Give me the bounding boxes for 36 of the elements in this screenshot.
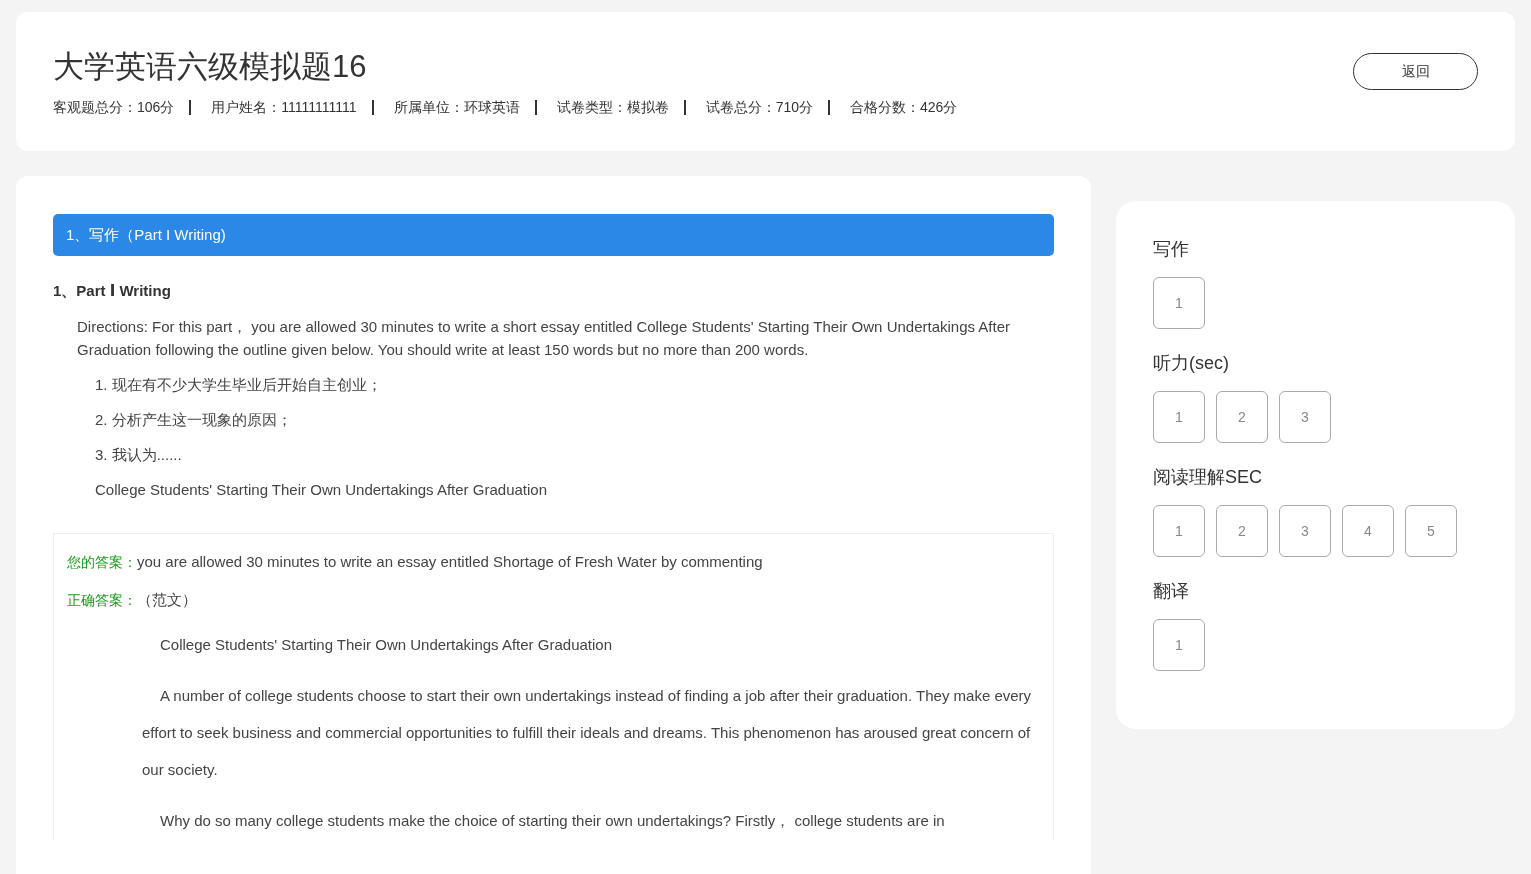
question-number-button[interactable]: 3 <box>1279 391 1331 443</box>
back-button[interactable]: 返回 <box>1353 53 1478 90</box>
your-answer-label: 您的答案： <box>67 553 137 572</box>
question-number-button[interactable]: 2 <box>1216 391 1268 443</box>
info-item: 试卷总分：710分 <box>683 100 828 115</box>
info-item: 客观题总分：106分 <box>53 100 176 115</box>
essay-paragraph: Why do so many college students make the choice of starting their own undertakings? Firstly， college students are in <box>159 811 946 831</box>
your-answer-text: you are allowed 30 minutes to write an essay entitled Shortage of Fresh Water by commenting <box>137 552 763 572</box>
info-item: 所属单位：环球英语 <box>371 100 535 115</box>
correct-answer-label: 正确答案： <box>67 591 137 610</box>
outline-item: 2. 分析产生这一现象的原因； <box>95 410 293 430</box>
outline-item: 1. 现在有不少大学生毕业后开始自主创业； <box>95 375 383 395</box>
question-number-button[interactable]: 1 <box>1153 619 1205 671</box>
question-number-button[interactable]: 1 <box>1153 391 1205 443</box>
question-number-button[interactable]: 1 <box>1153 277 1205 329</box>
question-number-button[interactable]: 1 <box>1153 505 1205 557</box>
exam-title: 大学英语六级模拟题16 <box>53 48 368 86</box>
question-number-button[interactable]: 2 <box>1216 505 1268 557</box>
correct-answer-text: （范文） <box>137 590 197 610</box>
info-item: 用户姓名：11111111111 <box>189 100 372 115</box>
info-item: 试卷类型：模拟卷 <box>534 100 684 115</box>
section-title: 翻译 <box>1153 580 1190 603</box>
question-number-button[interactable]: 5 <box>1405 505 1457 557</box>
outline-item: 3. 我认为...... <box>95 445 183 465</box>
outline-item: College Students' Starting Their Own Undertakings After Graduation <box>95 480 548 500</box>
info-item: 合格分数：426分 <box>828 100 973 115</box>
section-title: 写作 <box>1153 238 1190 261</box>
question-title: 1、Part Ⅰ Writing <box>53 282 172 301</box>
section-title: 阅读理解SEC <box>1153 466 1263 489</box>
essay-paragraph: College Students' Starting Their Own Undertakings After Graduation <box>159 635 613 655</box>
section-title: 听力(sec) <box>1153 352 1230 375</box>
section-header: 1、写作（Part I Writing) <box>53 214 1054 256</box>
question-number-button[interactable]: 4 <box>1342 505 1394 557</box>
directions-text: Directions: For this part， you are allowed 30 minutes to write a short essay entitled College Students' Starting Their Own Undertakings After Graduation following the outline given below. You should write at least 150 words but no more than 200 words. <box>77 317 1012 360</box>
essay-paragraph: A number of college students choose to start their own undertakings instead of finding a job after their graduation. They make every effort to seek business and commercial opportunities to fulfill their ideals and dreams. This phenomenon has aroused great concern of our society. <box>142 686 1033 780</box>
question-number-button[interactable]: 3 <box>1279 505 1331 557</box>
